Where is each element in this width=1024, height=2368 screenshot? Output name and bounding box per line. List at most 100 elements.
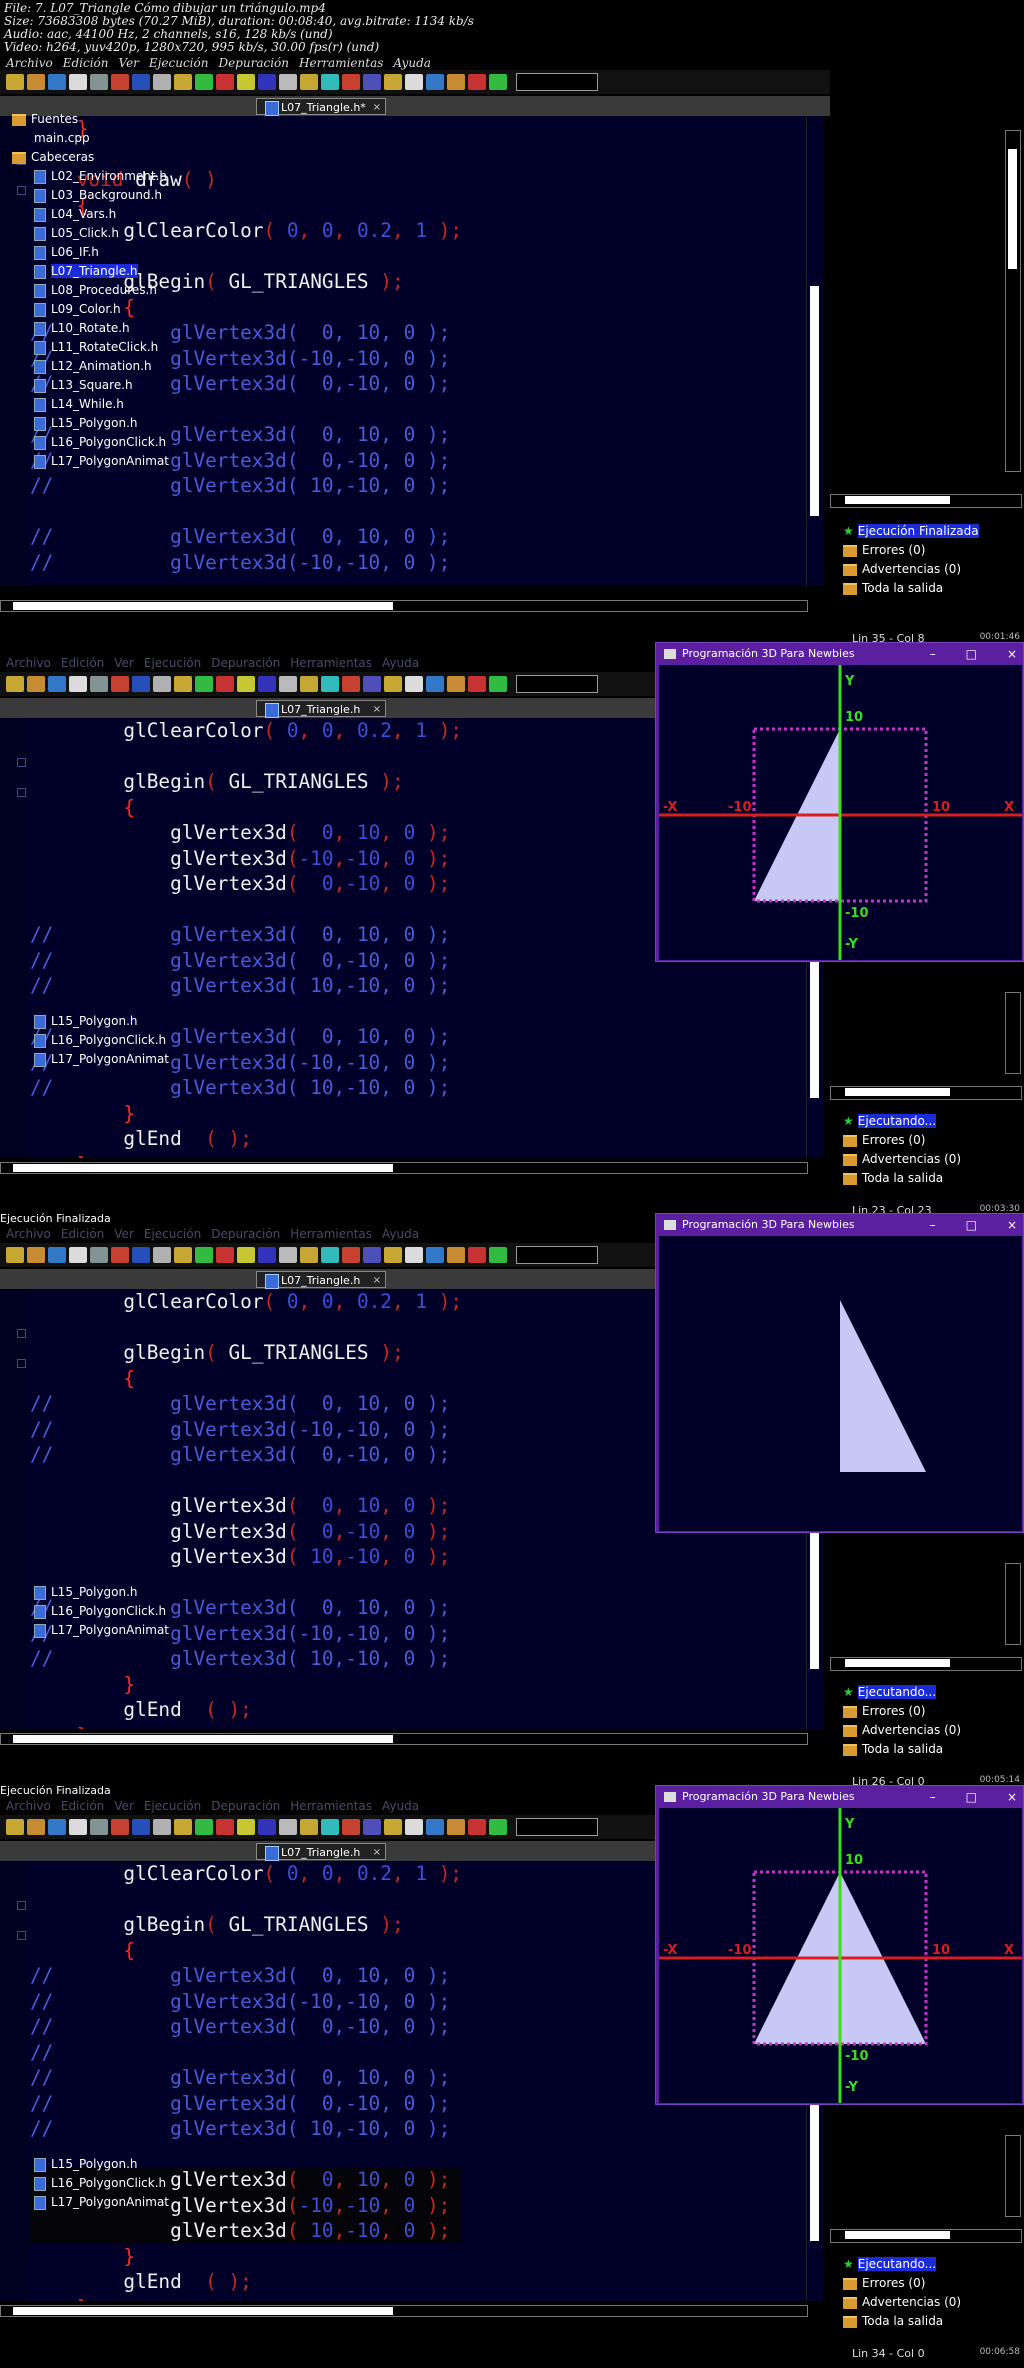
tree-scrollbar[interactable]: [1005, 992, 1021, 1074]
toolbar-button-icon[interactable]: [90, 1819, 108, 1835]
toolbar-button-icon[interactable]: [342, 676, 360, 692]
toolbar-button-icon[interactable]: [489, 676, 507, 692]
toolbar-button-icon[interactable]: [48, 1247, 66, 1263]
tree-file-item[interactable]: L15_Polygon.h: [12, 1012, 190, 1031]
tree-file-item[interactable]: L17_PolygonAnimat: [12, 1050, 190, 1069]
toolbar-button-icon[interactable]: [48, 1819, 66, 1835]
output-status[interactable]: ★ Ejecutando...: [843, 2255, 1023, 2274]
toolbar-button-icon[interactable]: [216, 74, 234, 90]
tree-file-item[interactable]: L12_Animation.h: [12, 357, 190, 376]
minimize-button[interactable]: –: [930, 1218, 936, 1232]
toolbar-button-icon[interactable]: [90, 676, 108, 692]
toolbar-button-icon[interactable]: [48, 74, 66, 90]
scrollbar-thumb[interactable]: [13, 1735, 393, 1743]
tree-scrollbar[interactable]: [1005, 130, 1021, 472]
minimize-button[interactable]: –: [930, 1790, 936, 1804]
toolbar-button-icon[interactable]: [258, 74, 276, 90]
fold-marker-icon[interactable]: [17, 1931, 26, 1940]
tab-l07-triangle[interactable]: L07_Triangle.h ×: [256, 1271, 386, 1289]
scrollbar-thumb[interactable]: [845, 2231, 950, 2239]
toolbar-button-icon[interactable]: [321, 74, 339, 90]
menu-depuracion[interactable]: Depuración: [218, 56, 289, 70]
toolbar-button-icon[interactable]: [300, 1819, 318, 1835]
toolbar-button-icon[interactable]: [153, 1819, 171, 1835]
fold-marker-icon[interactable]: [17, 1901, 26, 1910]
toolbar-button-icon[interactable]: [363, 1247, 381, 1263]
toolbar-button-icon[interactable]: [195, 676, 213, 692]
close-button[interactable]: ×: [1007, 1790, 1017, 1804]
scrollbar-thumb[interactable]: [845, 1088, 950, 1096]
output-warnings[interactable]: Advertencias (0): [843, 2293, 1023, 2312]
output-all[interactable]: Toda la salida: [843, 1169, 1023, 1188]
toolbar-button-icon[interactable]: [132, 676, 150, 692]
toolbar-button-icon[interactable]: [6, 74, 24, 90]
editor-vertical-scrollbar[interactable]: [806, 116, 823, 586]
tree-file-item[interactable]: L16_PolygonClick.h: [12, 2174, 190, 2193]
toolbar-button-icon[interactable]: [258, 1819, 276, 1835]
toolbar-button-icon[interactable]: [132, 1247, 150, 1263]
toolbar-button-icon[interactable]: [216, 676, 234, 692]
tree-file-item[interactable]: L08_Procedures.h: [12, 281, 190, 300]
menu-item[interactable]: Ver: [114, 656, 134, 670]
menu-item[interactable]: Depuración: [211, 656, 280, 670]
menu-item[interactable]: Ejecución: [144, 656, 201, 670]
toolbar-button-icon[interactable]: [342, 1247, 360, 1263]
fold-marker-icon[interactable]: [17, 788, 26, 797]
toolbar-button-icon[interactable]: [69, 1819, 87, 1835]
toolbar-button-icon[interactable]: [468, 1819, 486, 1835]
close-icon[interactable]: ×: [373, 1844, 381, 1861]
tree-folder-cabeceras[interactable]: Cabeceras: [12, 148, 190, 167]
toolbar-button-icon[interactable]: [300, 74, 318, 90]
toolbar-button-icon[interactable]: [153, 74, 171, 90]
toolbar-button-icon[interactable]: [237, 1819, 255, 1835]
tree-file-item[interactable]: L17_PolygonAnimat: [12, 2193, 190, 2212]
toolbar-button-icon[interactable]: [6, 1247, 24, 1263]
menu-edicion[interactable]: Edición: [63, 56, 109, 70]
toolbar-button-icon[interactable]: [363, 74, 381, 90]
toolbar-search-input[interactable]: [516, 1818, 598, 1836]
toolbar-search-input[interactable]: [516, 675, 598, 693]
menu-item[interactable]: Edición: [61, 1799, 104, 1813]
tree-file-item[interactable]: L06_IF.h: [12, 243, 190, 262]
tree-file-item[interactable]: L10_Rotate.h: [12, 319, 190, 338]
toolbar-button-icon[interactable]: [69, 1247, 87, 1263]
tree-file-item[interactable]: L15_Polygon.h: [12, 414, 190, 433]
tree-horizontal-scrollbar[interactable]: [830, 1657, 1022, 1671]
toolbar-button-icon[interactable]: [111, 74, 129, 90]
toolbar-button-icon[interactable]: [132, 74, 150, 90]
toolbar-button-icon[interactable]: [279, 74, 297, 90]
tree-file-item[interactable]: L02_Environment.h: [12, 167, 190, 186]
scrollbar-thumb[interactable]: [810, 286, 819, 516]
toolbar-button-icon[interactable]: [405, 74, 423, 90]
toolbar-button-icon[interactable]: [90, 74, 108, 90]
output-warnings[interactable]: Advertencias (0): [843, 1721, 1023, 1740]
output-warnings[interactable]: Advertencias (0): [843, 560, 1023, 579]
toolbar-button-icon[interactable]: [447, 1247, 465, 1263]
tree-file-item[interactable]: L13_Square.h: [12, 376, 190, 395]
toolbar-button-icon[interactable]: [111, 676, 129, 692]
toolbar-button-icon[interactable]: [27, 1819, 45, 1835]
tab-l07-triangle[interactable]: L07_Triangle.h ×: [256, 1843, 386, 1861]
toolbar-button-icon[interactable]: [300, 1247, 318, 1263]
toolbar-button-icon[interactable]: [447, 1819, 465, 1835]
tree-file-item[interactable]: L16_PolygonClick.h: [12, 1031, 190, 1050]
menu-item[interactable]: Ejecución: [144, 1799, 201, 1813]
tree-scrollbar[interactable]: [1005, 2135, 1021, 2217]
menu-herramientas[interactable]: Herramientas: [299, 56, 383, 70]
toolbar-button-icon[interactable]: [426, 676, 444, 692]
tree-horizontal-scrollbar[interactable]: [830, 494, 1022, 508]
tree-file-item[interactable]: L11_RotateClick.h: [12, 338, 190, 357]
toolbar-button-icon[interactable]: [69, 74, 87, 90]
tree-file-item[interactable]: L17_PolygonAnimat: [12, 452, 190, 471]
tree-file-item[interactable]: L03_Background.h: [12, 186, 190, 205]
toolbar-button-icon[interactable]: [468, 1247, 486, 1263]
tree-file-item[interactable]: L07_Triangle.h: [12, 262, 190, 281]
output-status[interactable]: ★ Ejecución Finalizada: [843, 522, 1023, 541]
tree-file-item[interactable]: L05_Click.h: [12, 224, 190, 243]
toolbar-button-icon[interactable]: [300, 676, 318, 692]
toolbar-button-icon[interactable]: [363, 1819, 381, 1835]
toolbar-button-icon[interactable]: [153, 1247, 171, 1263]
menu-item[interactable]: Edición: [61, 1227, 104, 1241]
toolbar-button-icon[interactable]: [237, 74, 255, 90]
toolbar-button-icon[interactable]: [216, 1247, 234, 1263]
